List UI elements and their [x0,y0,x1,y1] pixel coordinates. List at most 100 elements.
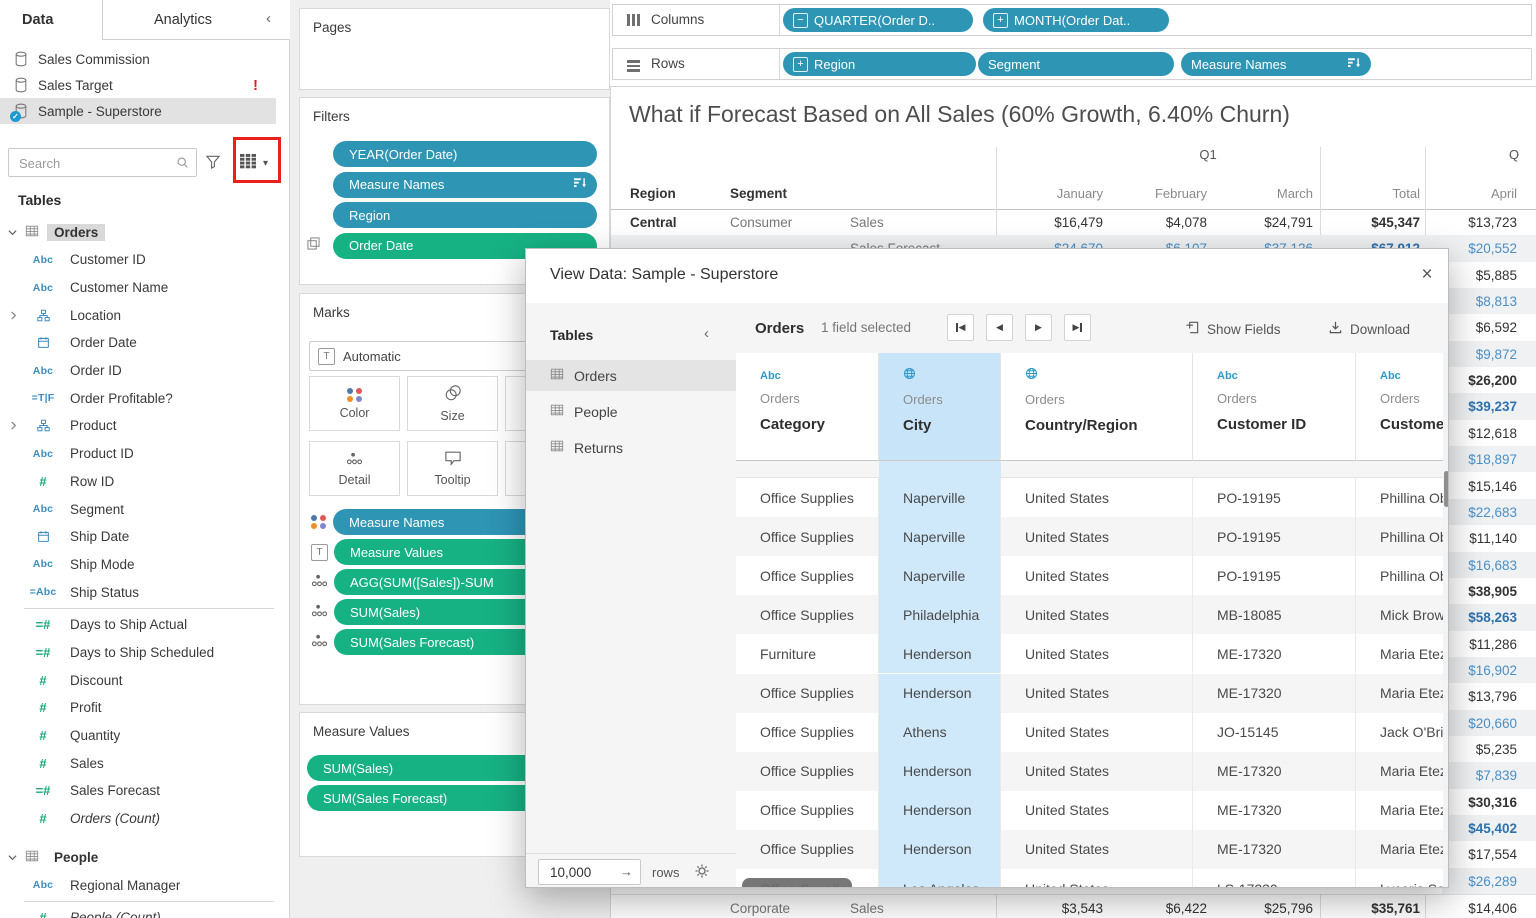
column-header-city[interactable]: Orders City [879,353,1001,461]
mark-button-size[interactable]: Size [407,376,498,431]
pane-collapse-icon[interactable]: ‹ [266,10,271,27]
tab-data[interactable]: Data [0,0,103,40]
cell-city[interactable]: Athens [879,712,1001,752]
marks-pill[interactable]: SUM(Sales Forecast) [334,629,554,655]
cell-category[interactable]: Office Supplies [736,595,879,635]
cell-category[interactable]: Office Supplies [736,790,879,830]
measure-values-pill[interactable]: SUM(Sales) [307,755,547,781]
cell-customer[interactable]: Mick Brow [1356,595,1444,635]
field-item[interactable]: =# Sales Forecast [0,777,288,805]
cell-category[interactable]: Office Supplies [736,556,879,596]
sheet-value[interactable]: $3,543 [993,901,1103,916]
cell-country-region[interactable]: United States [1001,790,1193,830]
field-item[interactable]: Abc Regional Manager [0,871,288,899]
cell-category[interactable]: Office Supplies [736,478,879,518]
field-item[interactable]: Abc Customer Name [0,274,288,302]
dialog-table-item-people[interactable]: People [526,396,736,427]
field-item[interactable]: Order Date [0,329,288,357]
last-page-button[interactable]: ▶ [1064,314,1091,341]
search-box[interactable] [8,148,197,177]
cell-city[interactable]: Naperville [879,556,1001,596]
search-input[interactable] [17,150,171,177]
field-item[interactable]: Location [0,301,288,329]
column-header-country-region[interactable]: Orders Country/Region [1001,353,1193,461]
sheet-value[interactable]: $16,479 [993,215,1103,230]
column-header-customer-id[interactable]: Abc Orders Customer ID [1193,353,1356,461]
datasource-item[interactable]: Sales Commission [0,46,276,72]
cell-city[interactable]: Henderson [879,673,1001,713]
mark-button-detail[interactable]: Detail [309,441,400,496]
cell-customer-id[interactable]: ME-17320 [1193,634,1356,674]
field-item[interactable]: # Quantity [0,722,288,750]
cell-customer-id[interactable]: ME-17320 [1193,673,1356,713]
sheet-value[interactable]: $14,406 [1407,901,1517,916]
cell-country-region[interactable]: United States [1001,869,1193,887]
pages-shelf[interactable]: Pages [299,8,610,90]
table-row[interactable]: Office Supplies Naperville United States PO… [736,478,1444,518]
table-group-orders[interactable]: Orders [0,219,288,246]
download-button[interactable]: Download [1328,320,1410,338]
cell-country-region[interactable]: United States [1001,712,1193,752]
cell-country-region[interactable]: United States [1001,751,1193,791]
datasource-item[interactable]: ✓ Sample - Superstore [0,98,276,124]
cell-country-region[interactable]: United States [1001,517,1193,557]
mark-button-color[interactable]: Color [309,376,400,431]
cell-country-region[interactable]: United States [1001,478,1193,518]
dialog-table-item-returns[interactable]: Returns [526,432,736,463]
field-item[interactable]: # Orders (Count) [0,805,288,833]
cell-customer[interactable]: Maria Etez [1356,673,1444,713]
mark-button-tooltip[interactable]: Tooltip [407,441,498,496]
sheet-value[interactable]: $6,422 [1097,901,1207,916]
field-item[interactable]: # Profit [0,694,288,722]
cell-customer-id[interactable]: LS-17230 [1193,869,1356,887]
chevron-down-icon[interactable] [8,225,17,240]
field-item[interactable]: =# Days to Ship Actual [0,611,288,639]
shelf-pill[interactable]: + MONTH(Order Dat.. [983,8,1169,32]
field-item[interactable]: =# Days to Ship Scheduled [0,639,288,667]
previous-page-button[interactable]: ◀ [986,314,1013,341]
cell-customer[interactable]: Maria Etez [1356,790,1444,830]
cell-customer[interactable]: Phillina Ob [1356,517,1444,557]
sheet-value[interactable]: $25,796 [1203,901,1313,916]
field-item[interactable]: Abc Segment [0,495,288,523]
shelf-pill[interactable]: + Region [783,52,976,76]
datasource-item[interactable]: Sales Target! [0,72,276,98]
shelf-pill[interactable]: Segment [978,52,1174,76]
table-row[interactable]: Office Supplies Henderson United States ME-… [736,790,1444,830]
shelf-pill[interactable]: − QUARTER(Order D.. [783,8,973,32]
filter-pill[interactable]: Region [333,202,597,228]
cell-category[interactable]: Office Supplies [736,517,879,557]
table-row[interactable]: Furniture Henderson United States ME-17320 M… [736,634,1444,674]
cell-category[interactable]: Office Supplies [736,673,879,713]
rows-shelf[interactable]: Rows + Region Segment Measure Names [612,48,1532,80]
table-row[interactable]: Office Supplies Athens United States JO-151… [736,712,1444,752]
sheet-value[interactable]: $13,723 [1407,215,1517,230]
sheet-value[interactable]: $45,347 [1310,215,1420,230]
field-item[interactable]: Abc Order ID [0,357,288,385]
cell-category[interactable]: Office Supplies [736,829,879,869]
field-item[interactable]: # Discount [0,666,288,694]
marks-pill[interactable]: AGG(SUM([Sales])-SUM [334,569,554,595]
field-item[interactable]: Abc Ship Mode [0,551,288,579]
filter-pill[interactable]: YEAR(Order Date) [333,141,597,167]
cell-customer[interactable]: Phillina Ob [1356,478,1444,518]
show-fields-button[interactable]: Show Fields [1185,320,1281,338]
apply-row-limit-icon[interactable]: → [620,864,633,879]
table-group-people[interactable]: People [0,844,288,871]
cell-category[interactable]: Furniture [736,634,879,674]
sheet-value[interactable]: $35,761 [1310,901,1420,916]
gear-icon[interactable] [694,863,710,882]
measure-values-pill[interactable]: SUM(Sales Forecast) [307,785,547,811]
table-row[interactable]: Office Supplies Henderson United States ME-… [736,751,1444,791]
cell-city[interactable]: Henderson [879,829,1001,869]
field-item[interactable]: Abc Customer ID [0,246,288,274]
marks-pill[interactable]: Measure Values [334,539,554,565]
cell-customer[interactable]: Maria Etez [1356,829,1444,869]
cell-customer-id[interactable]: PO-19195 [1193,556,1356,596]
table-row[interactable]: Office Supplies Henderson United States ME-… [736,673,1444,713]
cell-customer[interactable]: Maria Etez [1356,634,1444,674]
cell-category[interactable]: Office Supplies [736,751,879,791]
sidebar-collapse-icon[interactable]: ‹ [704,325,709,342]
cell-customer[interactable]: Jack O'Bria [1356,712,1444,752]
close-icon[interactable]: × [1414,262,1440,288]
